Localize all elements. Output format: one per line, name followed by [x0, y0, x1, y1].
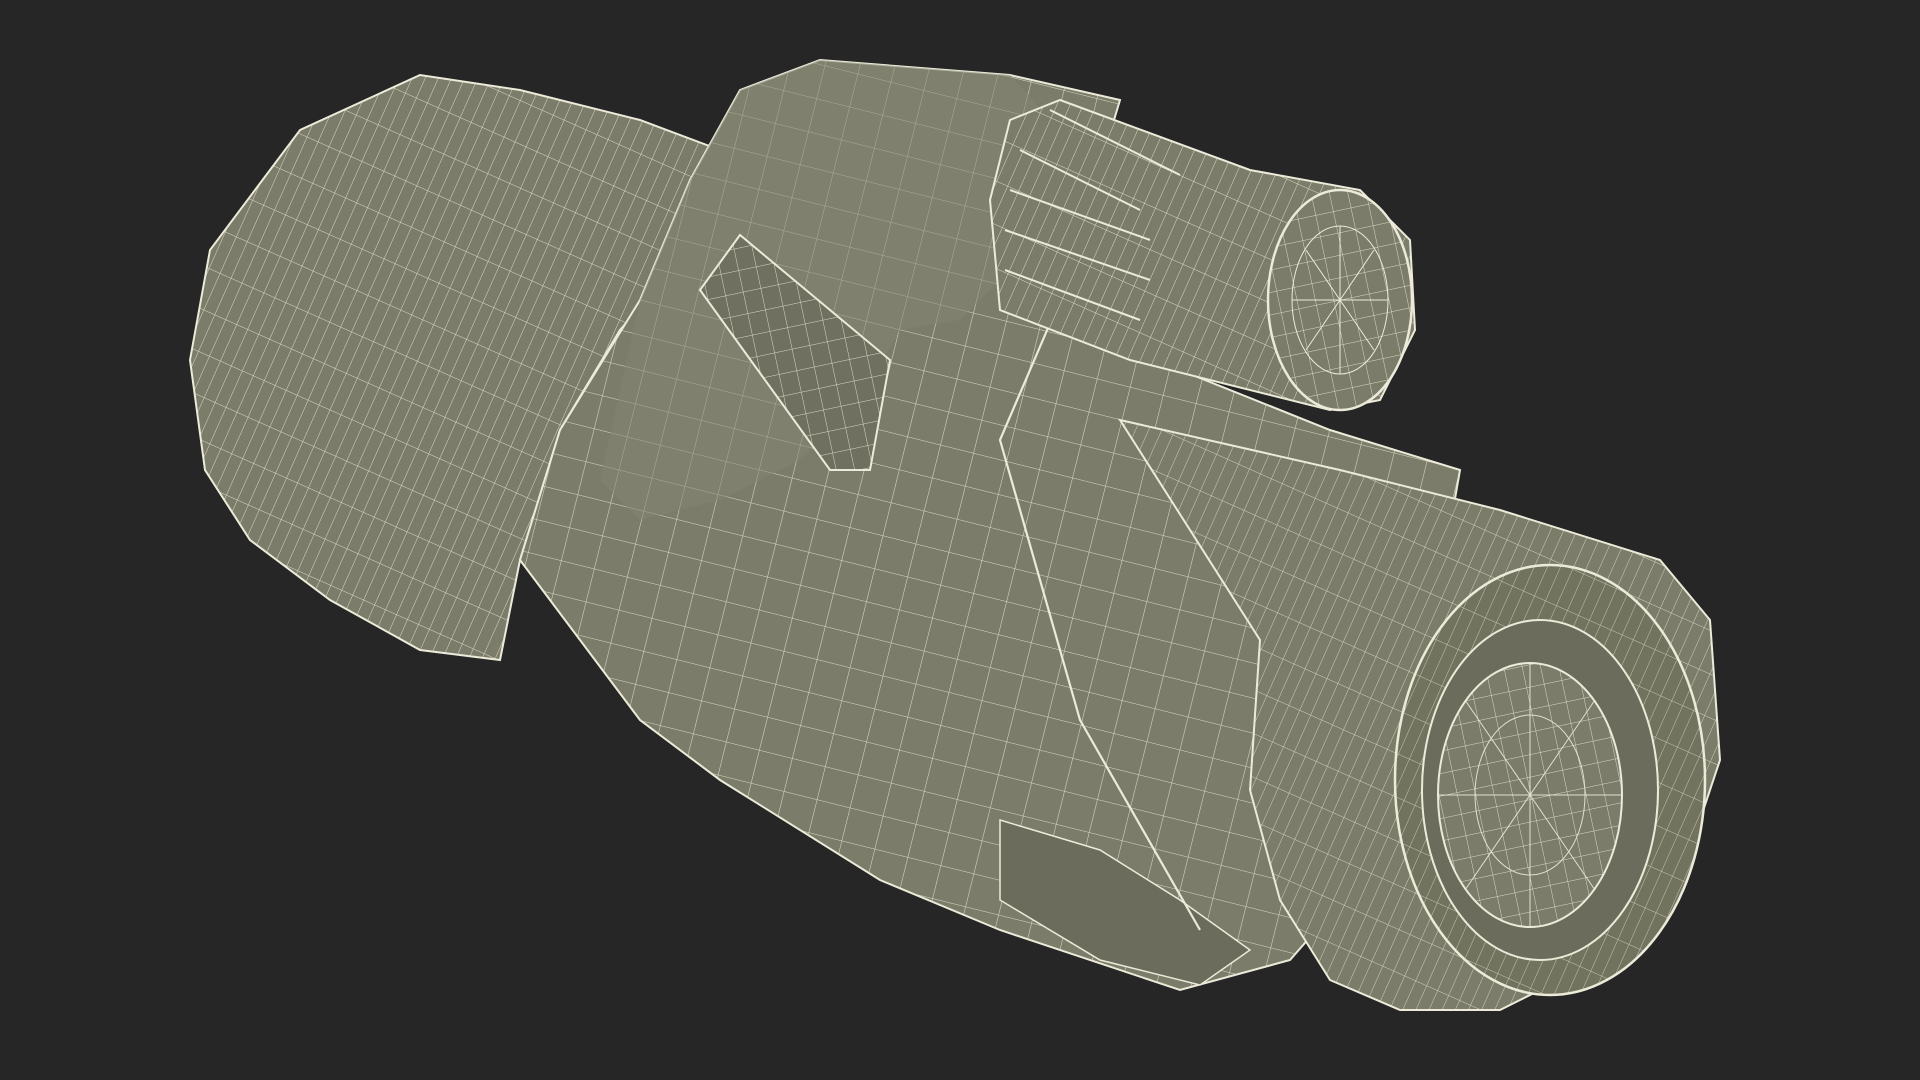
render-viewport [0, 0, 1920, 1080]
monocular-wireframe [188, 58, 1722, 1011]
